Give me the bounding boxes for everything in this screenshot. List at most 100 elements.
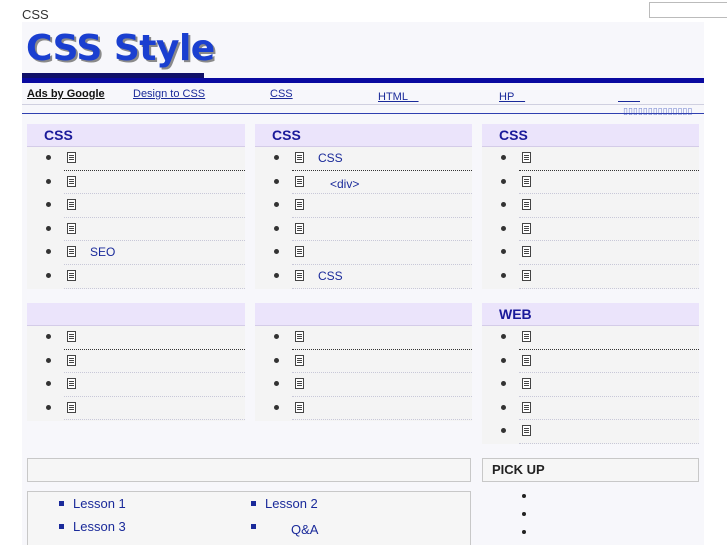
bullet-icon bbox=[501, 249, 506, 255]
list-item[interactable] bbox=[27, 326, 245, 350]
top-search-input[interactable] bbox=[649, 2, 727, 18]
list-item[interactable] bbox=[27, 265, 245, 289]
document-icon bbox=[67, 152, 76, 163]
lessons-panel: Lesson 1 Lesson 2 Lesson 3 Q&A bbox=[27, 491, 471, 545]
list-item[interactable] bbox=[255, 194, 472, 218]
list-item[interactable]: CSS bbox=[255, 147, 472, 171]
box-title bbox=[255, 303, 472, 326]
list-item[interactable] bbox=[482, 420, 699, 444]
document-icon bbox=[295, 354, 304, 366]
pickup-list bbox=[522, 494, 526, 548]
list-item[interactable] bbox=[27, 171, 245, 195]
document-icon bbox=[67, 246, 76, 258]
list-item[interactable] bbox=[482, 171, 699, 195]
list-item[interactable] bbox=[482, 326, 699, 350]
list-item-link[interactable]: <div> bbox=[318, 175, 359, 192]
bullet-icon bbox=[46, 178, 51, 184]
ad-link-design[interactable]: Design to CSS bbox=[133, 88, 205, 100]
list-item[interactable] bbox=[27, 194, 245, 218]
list-item[interactable] bbox=[255, 218, 472, 242]
document-icon bbox=[67, 222, 76, 234]
document-icon bbox=[67, 354, 76, 366]
pickup-bullet bbox=[522, 494, 526, 498]
bookmark-icons[interactable]: ▯▯▯▯▯▯▯▯▯▯▯▯▯▯ bbox=[623, 106, 692, 117]
list-item[interactable] bbox=[482, 194, 699, 218]
list-item[interactable] bbox=[255, 350, 472, 374]
bullet-icon bbox=[274, 225, 279, 231]
document-icon bbox=[295, 246, 304, 258]
list-item[interactable] bbox=[482, 350, 699, 374]
bullet-icon bbox=[501, 202, 506, 208]
bullet-icon bbox=[46, 357, 51, 363]
square-bullet-icon bbox=[251, 501, 256, 506]
pickup-bullet bbox=[522, 530, 526, 534]
bullet-icon bbox=[501, 155, 506, 160]
list-item[interactable]: SEO bbox=[27, 241, 245, 265]
document-icon bbox=[295, 269, 304, 281]
document-icon bbox=[522, 354, 531, 366]
list-item[interactable] bbox=[482, 241, 699, 265]
bullet-icon bbox=[46, 334, 51, 339]
list-item[interactable] bbox=[27, 147, 245, 171]
lesson-link-2[interactable]: Lesson 2 bbox=[251, 496, 318, 511]
document-icon bbox=[295, 222, 304, 234]
document-icon bbox=[522, 425, 531, 437]
lesson-link-3[interactable]: Lesson 3 bbox=[59, 519, 126, 534]
bullet-icon bbox=[274, 357, 279, 363]
square-bullet-icon bbox=[251, 524, 256, 529]
list-item[interactable] bbox=[482, 373, 699, 397]
document-icon bbox=[522, 222, 531, 234]
category-box-3: CSS bbox=[482, 124, 699, 289]
list-item[interactable]: CSS bbox=[255, 265, 472, 289]
bullet-icon bbox=[274, 404, 279, 410]
list-item[interactable] bbox=[27, 350, 245, 374]
list-item[interactable] bbox=[255, 397, 472, 421]
document-icon bbox=[295, 331, 304, 342]
list-item[interactable] bbox=[482, 147, 699, 171]
document-icon bbox=[295, 152, 304, 163]
document-icon bbox=[522, 378, 531, 390]
list-item[interactable] bbox=[255, 373, 472, 397]
ads-by-google-label[interactable]: Ads by Google bbox=[27, 88, 105, 100]
ad-bar-separator bbox=[22, 104, 704, 105]
bullet-icon bbox=[274, 155, 279, 160]
list-item-link[interactable]: SEO bbox=[90, 245, 115, 259]
ad-link-css[interactable]: CSS bbox=[270, 88, 293, 100]
ad-link-html[interactable]: HTML bbox=[378, 88, 419, 104]
list-item[interactable]: <div> bbox=[255, 171, 472, 195]
bullet-icon bbox=[501, 357, 506, 363]
site-logo[interactable]: CSS Style bbox=[26, 28, 215, 69]
list-item[interactable] bbox=[482, 218, 699, 242]
list-item[interactable] bbox=[255, 241, 472, 265]
bullet-icon bbox=[274, 381, 279, 387]
list-item[interactable] bbox=[27, 373, 245, 397]
lesson-link-qa[interactable]: Q&A bbox=[251, 519, 318, 538]
ad-link-extra[interactable] bbox=[618, 88, 640, 104]
search-area[interactable] bbox=[27, 458, 471, 482]
document-icon bbox=[295, 199, 304, 211]
bullet-icon bbox=[274, 272, 279, 278]
bullet-icon bbox=[501, 404, 506, 410]
document-icon bbox=[67, 331, 76, 342]
document-icon bbox=[295, 378, 304, 390]
lesson-link-1[interactable]: Lesson 1 bbox=[59, 496, 126, 511]
ad-link-hp[interactable]: HP bbox=[499, 88, 525, 104]
document-icon bbox=[295, 175, 304, 187]
list-item[interactable] bbox=[482, 265, 699, 289]
dotted-divider bbox=[292, 287, 472, 289]
list-item[interactable] bbox=[482, 397, 699, 421]
list-item[interactable] bbox=[255, 326, 472, 350]
list-item-link[interactable]: CSS bbox=[318, 151, 343, 165]
bullet-icon bbox=[501, 178, 506, 184]
list-item-link[interactable]: CSS bbox=[318, 269, 343, 283]
document-icon bbox=[522, 269, 531, 281]
box-title: WEB bbox=[482, 303, 699, 326]
bullet-icon bbox=[46, 249, 51, 255]
document-icon bbox=[67, 378, 76, 390]
category-box-1: CSS SEO bbox=[27, 124, 245, 289]
square-bullet-icon bbox=[59, 524, 64, 529]
bullet-icon bbox=[46, 155, 51, 160]
category-box-5 bbox=[255, 303, 472, 421]
list-item[interactable] bbox=[27, 397, 245, 421]
list-item[interactable] bbox=[27, 218, 245, 242]
